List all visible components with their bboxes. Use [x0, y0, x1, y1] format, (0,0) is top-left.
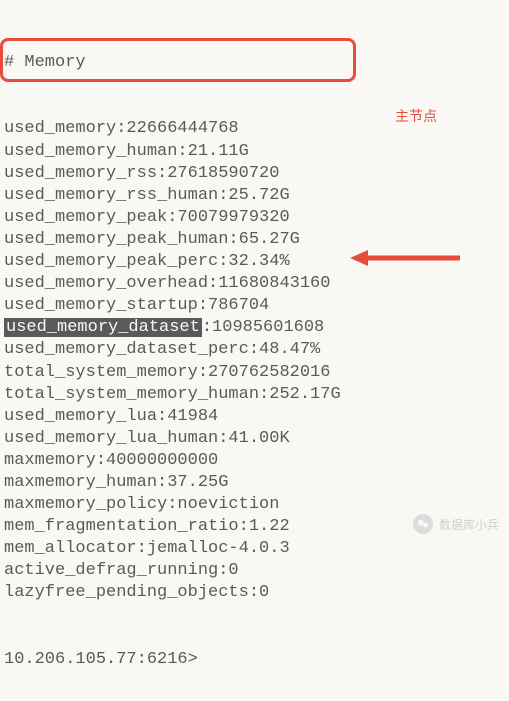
highlighted-key: used_memory_dataset: [4, 318, 202, 337]
section-header: # Memory: [4, 52, 505, 74]
info-line: used_memory_startup:786704: [4, 295, 505, 317]
watermark: 数据库小兵: [413, 514, 499, 534]
info-line: total_system_memory:270762582016: [4, 362, 505, 384]
info-line: lazyfree_pending_objects:0: [4, 582, 505, 604]
info-line: used_memory_rss:27618590720: [4, 163, 505, 185]
watermark-text: 数据库小兵: [439, 516, 499, 533]
info-line: total_system_memory_human:252.17G: [4, 384, 505, 406]
info-line: used_memory_human:21.11G: [4, 141, 505, 163]
info-line: used_memory_peak:70079979320: [4, 207, 505, 229]
info-line: used_memory_overhead:11680843160: [4, 273, 505, 295]
info-line: mem_allocator:jemalloc-4.0.3: [4, 538, 505, 560]
info-line: used_memory_rss_human:25.72G: [4, 185, 505, 207]
wechat-icon: [413, 514, 433, 534]
annotation-master-node: 主节点: [395, 106, 437, 126]
info-line: active_defrag_running:0: [4, 560, 505, 582]
info-line: used_memory_dataset_perc:48.47%: [4, 339, 505, 361]
info-line: used_memory_lua_human:41.00K: [4, 428, 505, 450]
prompt-line: 10.206.105.77:6216>: [4, 649, 505, 671]
info-line: used_memory_peak_perc:32.34%: [4, 251, 505, 273]
info-line: used_memory_lua:41984: [4, 406, 505, 428]
info-line: maxmemory_human:37.25G: [4, 472, 505, 494]
info-line: used_memory_peak_human:65.27G: [4, 229, 505, 251]
info-line: maxmemory:40000000000: [4, 450, 505, 472]
info-line: used_memory_dataset:10985601608: [4, 317, 505, 339]
info-line: maxmemory_policy:noeviction: [4, 494, 505, 516]
